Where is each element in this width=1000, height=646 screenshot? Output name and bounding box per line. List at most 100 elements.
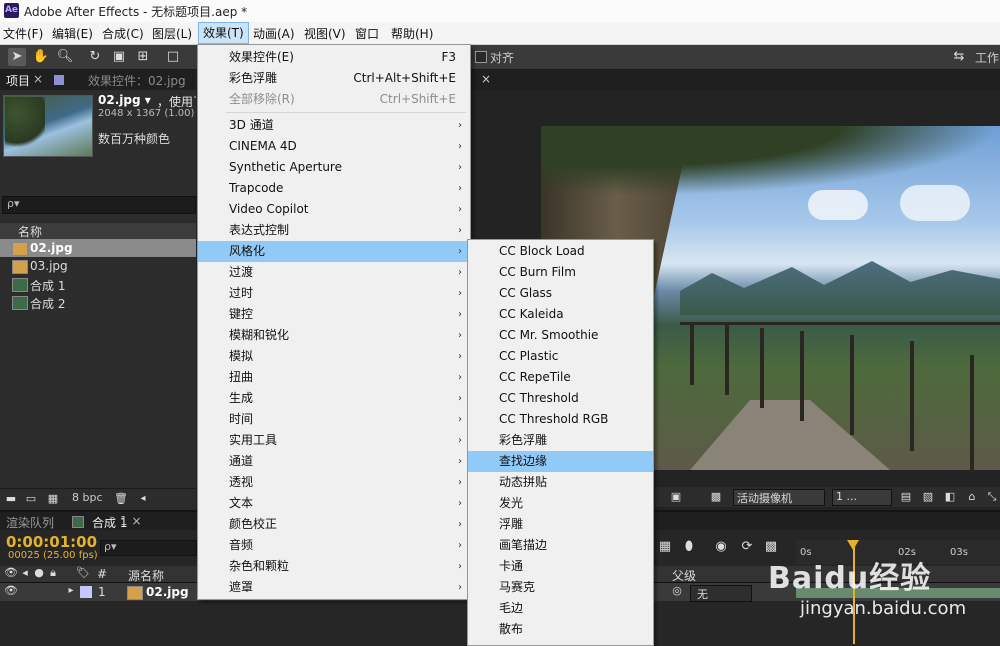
- menu-file[interactable]: 文件(F): [3, 25, 43, 42]
- tab-render-queue[interactable]: 渲染队列: [6, 514, 54, 531]
- menu-item-color-emboss[interactable]: 彩色浮雕 Ctrl+Alt+Shift+E: [198, 68, 470, 89]
- pan-behind-tool-icon[interactable]: ⊞: [134, 48, 152, 66]
- menu-item-obsolete[interactable]: 过时 ›: [198, 283, 470, 304]
- menu-item-channel[interactable]: 通道 ›: [198, 451, 470, 472]
- menu-item-matte[interactable]: 遮罩 ›: [198, 577, 470, 598]
- menu-item-transition[interactable]: 过渡 ›: [198, 262, 470, 283]
- rotate-tool-icon[interactable]: ↻: [86, 48, 104, 66]
- visibility-eye-icon[interactable]: 👁︎: [2, 582, 20, 600]
- snap-checkbox[interactable]: [475, 51, 487, 63]
- submenu-item[interactable]: CC Glass: [468, 283, 653, 304]
- scroll-left-icon[interactable]: ◂: [134, 490, 152, 508]
- submenu-item[interactable]: 动态拼贴: [468, 472, 653, 493]
- menu-composition[interactable]: 合成(C): [102, 25, 144, 42]
- submenu-item[interactable]: 画笔描边: [468, 535, 653, 556]
- menu-item-audio[interactable]: 音频 ›: [198, 535, 470, 556]
- project-search-input[interactable]: ρ▾: [2, 196, 196, 214]
- trash-icon[interactable]: 🗑︎: [112, 490, 130, 508]
- layout-icon[interactable]: ▤: [897, 488, 915, 506]
- menu-layer[interactable]: 图层(L): [152, 25, 192, 42]
- selection-tool-icon[interactable]: ➤: [8, 48, 26, 66]
- viewer-tab-close-icon[interactable]: ×: [481, 72, 491, 86]
- menu-item-perspective[interactable]: 透视 ›: [198, 472, 470, 493]
- submenu-item[interactable]: CC RepeTile: [468, 367, 653, 388]
- submenu-item[interactable]: 发光: [468, 493, 653, 514]
- new-folder-icon[interactable]: ▭: [22, 490, 40, 508]
- zoom-tool-icon[interactable]: 🔍︎: [56, 48, 74, 66]
- rectangle-tool-icon[interactable]: □: [164, 48, 182, 66]
- interpret-footage-icon[interactable]: ▬: [2, 490, 20, 508]
- menu-edit[interactable]: 编辑(E): [52, 25, 93, 42]
- submenu-item-find-edges[interactable]: 查找边缘: [468, 451, 653, 472]
- menu-item-effect-controls[interactable]: 效果控件(E) F3: [198, 47, 470, 68]
- tab-effect-controls[interactable]: 效果控件：02.jpg: [88, 72, 186, 89]
- draft-3d-icon[interactable]: ▦: [656, 538, 674, 556]
- menu-view[interactable]: 视图(V): [304, 25, 346, 42]
- menu-help[interactable]: 帮助(H): [391, 25, 433, 42]
- project-item-row[interactable]: 合成 2: [0, 293, 196, 311]
- views-select[interactable]: 1 ...: [832, 489, 892, 506]
- submenu-item[interactable]: CC Kaleida: [468, 304, 653, 325]
- submenu-item[interactable]: 浮雕: [468, 514, 653, 535]
- pick-whip-icon[interactable]: ◎: [668, 582, 686, 600]
- tab-close-icon[interactable]: 1 ×: [120, 514, 142, 528]
- menu-item-utility[interactable]: 实用工具 ›: [198, 430, 470, 451]
- submenu-item[interactable]: 马赛克: [468, 577, 653, 598]
- tab-project[interactable]: 项目: [6, 72, 30, 89]
- timeline-search-input[interactable]: ρ▾: [100, 540, 197, 556]
- reset-exposure-icon[interactable]: ⤡: [983, 488, 1000, 506]
- graph-editor-icon[interactable]: ⟳: [738, 538, 756, 556]
- project-item-row[interactable]: 02.jpg: [0, 239, 196, 257]
- selected-item-name[interactable]: 02.jpg ▾: [98, 93, 151, 107]
- workspace-icon[interactable]: ⇆: [948, 48, 970, 66]
- timeline-toggle-icon[interactable]: ◧: [941, 488, 959, 506]
- frame-blending-icon[interactable]: ◉: [712, 538, 730, 556]
- project-item-row[interactable]: 03.jpg: [0, 257, 196, 275]
- project-item-row[interactable]: 合成 1: [0, 275, 196, 293]
- flowchart-icon[interactable]: ⌂: [963, 488, 981, 506]
- motion-blur-icon[interactable]: ⬮: [680, 538, 698, 556]
- parent-select[interactable]: 无: [690, 585, 752, 602]
- submenu-item[interactable]: 散布: [468, 619, 653, 640]
- menu-item-cinema-4d[interactable]: CINEMA 4D ›: [198, 136, 470, 157]
- new-composition-icon[interactable]: ▦: [44, 490, 62, 508]
- menu-item-noise-grain[interactable]: 杂色和颗粒 ›: [198, 556, 470, 577]
- submenu-item[interactable]: CC Plastic: [468, 346, 653, 367]
- menu-item-generate[interactable]: 生成 ›: [198, 388, 470, 409]
- layer-color-label[interactable]: [80, 586, 92, 598]
- menu-item-keying[interactable]: 键控 ›: [198, 304, 470, 325]
- submenu-item[interactable]: CC Threshold RGB: [468, 409, 653, 430]
- submenu-item[interactable]: 彩色浮雕: [468, 430, 653, 451]
- menu-animation[interactable]: 动画(A): [253, 25, 295, 42]
- camera-select[interactable]: 活动摄像机: [733, 489, 825, 506]
- menu-item-3d-channel[interactable]: 3D 通道 ›: [198, 115, 470, 136]
- current-time[interactable]: 0:00:01:00: [6, 533, 97, 551]
- menu-item-text[interactable]: 文本 ›: [198, 493, 470, 514]
- layer-name[interactable]: 02.jpg: [146, 585, 189, 599]
- menu-item-blur-sharpen[interactable]: 模糊和锐化 ›: [198, 325, 470, 346]
- menu-item-color-correction[interactable]: 颜色校正 ›: [198, 514, 470, 535]
- menu-item-synthetic-aperture[interactable]: Synthetic Aperture ›: [198, 157, 470, 178]
- menu-window[interactable]: 窗口: [355, 25, 379, 42]
- submenu-item[interactable]: CC Block Load: [468, 241, 653, 262]
- menu-item-expression-controls[interactable]: 表达式控制 ›: [198, 220, 470, 241]
- grid-toggle-icon[interactable]: ▣: [667, 488, 685, 506]
- project-bit-depth[interactable]: 8 bpc: [72, 491, 103, 504]
- column-source-name[interactable]: 源名称: [128, 567, 164, 584]
- submenu-item[interactable]: 毛边: [468, 598, 653, 619]
- menu-effect[interactable]: 效果(T): [198, 22, 249, 44]
- menu-item-video-copilot[interactable]: Video Copilot ›: [198, 199, 470, 220]
- menu-item-simulation[interactable]: 模拟 ›: [198, 346, 470, 367]
- menu-item-trapcode[interactable]: Trapcode ›: [198, 178, 470, 199]
- submenu-item[interactable]: CC Burn Film: [468, 262, 653, 283]
- submenu-item[interactable]: CC Threshold: [468, 388, 653, 409]
- hand-tool-icon[interactable]: ✋: [32, 48, 50, 66]
- workspace-label[interactable]: 工作: [975, 49, 999, 66]
- column-name[interactable]: 名称: [18, 223, 42, 240]
- submenu-item[interactable]: CC Mr. Smoothie: [468, 325, 653, 346]
- menu-item-stylize[interactable]: 风格化 ›: [198, 241, 470, 262]
- submenu-item[interactable]: 卡通: [468, 556, 653, 577]
- camera-tool-icon[interactable]: ▣: [110, 48, 128, 66]
- menu-item-time[interactable]: 时间 ›: [198, 409, 470, 430]
- menu-item-distort[interactable]: 扭曲 ›: [198, 367, 470, 388]
